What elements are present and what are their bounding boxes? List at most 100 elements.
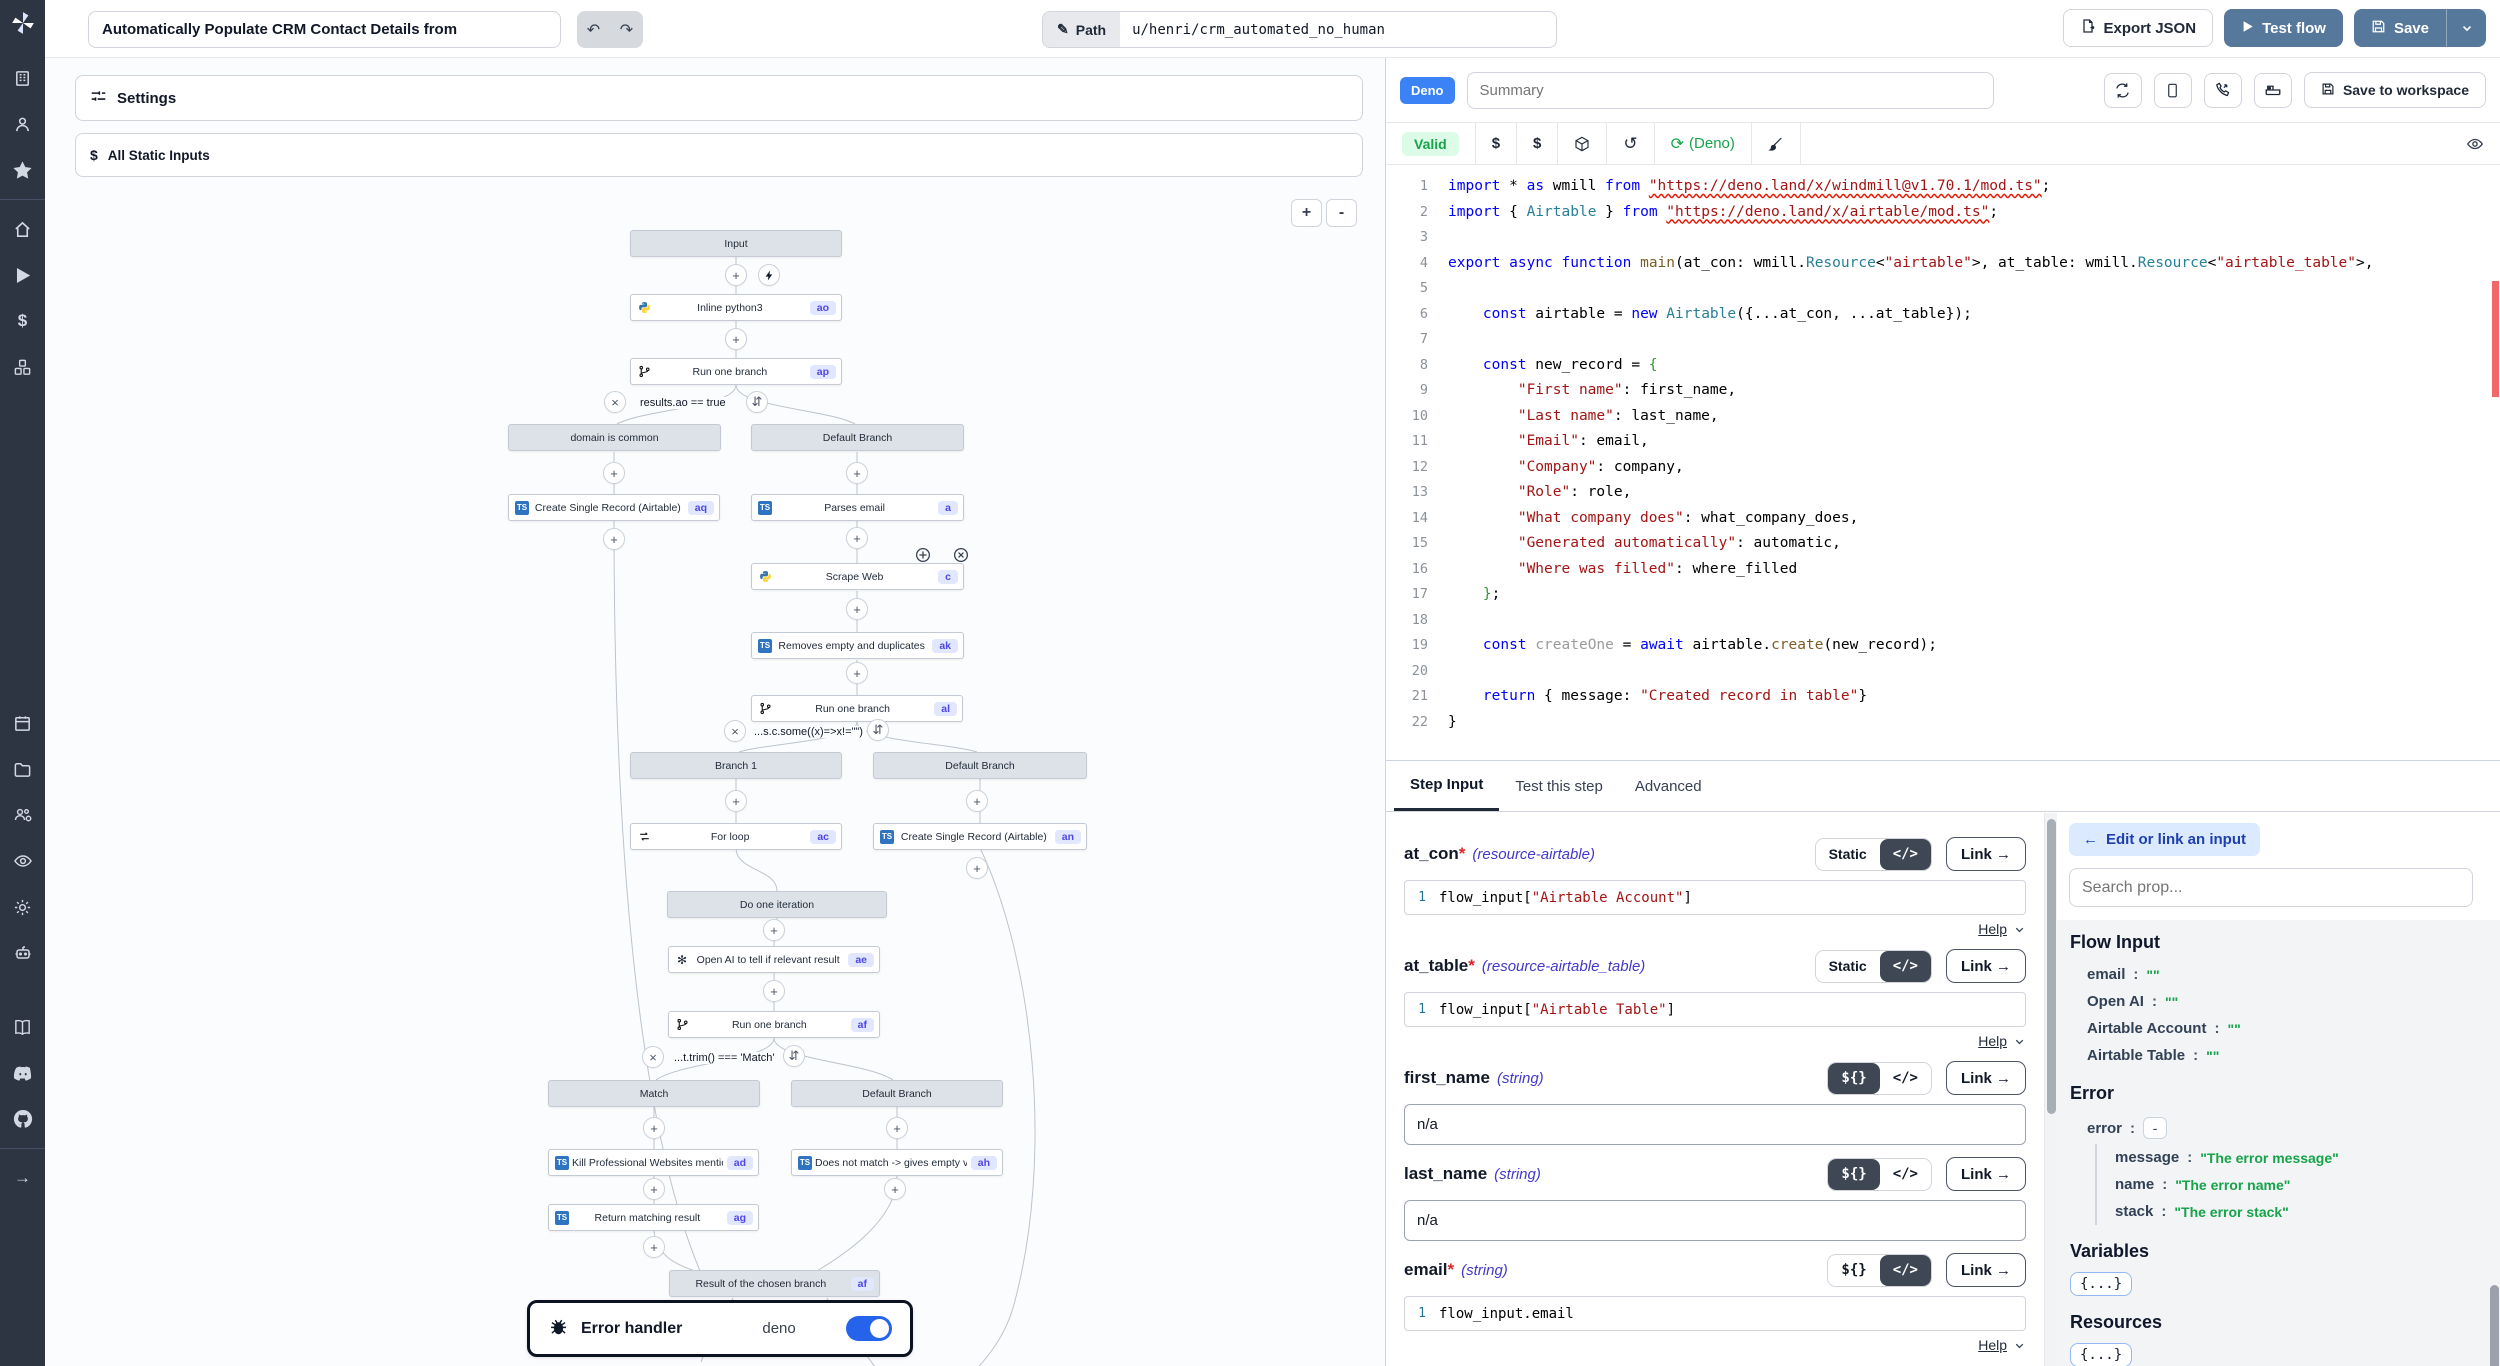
first-name-value-input[interactable] bbox=[1404, 1104, 2026, 1145]
resources-boxes-icon[interactable] bbox=[0, 344, 45, 390]
add-step-button[interactable]: + bbox=[846, 527, 868, 549]
variables-expand-chip[interactable]: {...} bbox=[2070, 1272, 2132, 1296]
favorites-star-icon[interactable] bbox=[0, 147, 45, 193]
add-step-button[interactable]: + bbox=[884, 1178, 906, 1200]
flow-node-match[interactable]: Match bbox=[548, 1080, 760, 1107]
sync-icon[interactable] bbox=[2104, 73, 2142, 108]
save-to-workspace-button[interactable]: Save to workspace bbox=[2304, 72, 2486, 108]
delete-node-icon[interactable] bbox=[953, 547, 970, 564]
help-link[interactable]: Help bbox=[1978, 921, 2007, 937]
flow-node-removes-empty-duplicates[interactable]: TS Removes empty and duplicates ak bbox=[751, 632, 964, 659]
code-mode-button[interactable]: </> bbox=[1880, 951, 1931, 982]
help-link[interactable]: Help bbox=[1978, 1033, 2007, 1049]
flow-node-inline-python3[interactable]: Inline python3 ao bbox=[630, 294, 842, 321]
flow-node-for-loop[interactable]: For loop ac bbox=[630, 823, 842, 850]
save-button[interactable]: Save bbox=[2354, 9, 2446, 47]
workspace-icon[interactable] bbox=[0, 55, 45, 101]
windmill-logo-icon[interactable] bbox=[10, 10, 36, 41]
move-node-icon[interactable] bbox=[915, 547, 932, 564]
search-prop-input[interactable] bbox=[2069, 868, 2473, 907]
step-scrollbar[interactable] bbox=[2044, 813, 2057, 1366]
resources-expand-chip[interactable]: {...} bbox=[2070, 1343, 2132, 1366]
flow-settings-bar[interactable]: Settings bbox=[75, 75, 1363, 121]
phone-icon[interactable] bbox=[2204, 73, 2242, 108]
variables-dollar-icon[interactable]: $ bbox=[0, 298, 45, 344]
flow-node-domain-is-common[interactable]: domain is common bbox=[508, 424, 721, 451]
flow-node-default-branch-3[interactable]: Default Branch bbox=[791, 1080, 1003, 1107]
folders-icon[interactable] bbox=[0, 746, 45, 792]
flow-node-branch-1[interactable]: Branch 1 bbox=[630, 752, 842, 779]
code-mode-button[interactable]: </> bbox=[1880, 1159, 1931, 1190]
error-handler-toggle[interactable] bbox=[846, 1316, 892, 1341]
add-step-button[interactable]: + bbox=[846, 598, 868, 620]
summary-input[interactable] bbox=[1467, 72, 1994, 109]
discord-icon[interactable] bbox=[0, 1050, 45, 1096]
remove-branch-icon[interactable]: × bbox=[604, 391, 626, 413]
template-mode-button[interactable]: ${} bbox=[1828, 1255, 1879, 1286]
help-link[interactable]: Help bbox=[1978, 1337, 2007, 1353]
add-step-button[interactable]: + bbox=[643, 1178, 665, 1200]
link-button[interactable]: Link → bbox=[1946, 837, 2026, 871]
link-button[interactable]: Link → bbox=[1946, 1253, 2026, 1287]
remove-branch-icon[interactable]: × bbox=[642, 1046, 664, 1068]
expr-editor-at-table[interactable]: 1 flow_input["Airtable Table"] bbox=[1404, 992, 2026, 1027]
preview-eye-icon[interactable] bbox=[2450, 123, 2500, 164]
all-static-inputs-bar[interactable]: $ All Static Inputs bbox=[75, 133, 1363, 177]
flow-node-input[interactable]: Input bbox=[630, 230, 842, 257]
add-step-button[interactable]: + bbox=[966, 857, 988, 879]
mobile-icon[interactable] bbox=[2154, 73, 2192, 108]
flow-node-run-one-branch-al[interactable]: Run one branch al bbox=[751, 695, 963, 722]
zoom-in-button[interactable]: + bbox=[1291, 199, 1322, 227]
flow-node-default-branch-2[interactable]: Default Branch bbox=[873, 752, 1087, 779]
add-step-button[interactable]: + bbox=[763, 980, 785, 1002]
prop-entry-error[interactable]: error:- bbox=[2070, 1112, 2500, 1144]
flow-node-result-chosen-branch[interactable]: Result of the chosen branch af bbox=[669, 1270, 880, 1297]
bed-icon[interactable] bbox=[2254, 73, 2292, 108]
code-mode-button[interactable]: </> bbox=[1880, 1255, 1931, 1286]
undo-icon[interactable]: ↶ bbox=[587, 20, 600, 40]
package-icon[interactable] bbox=[1558, 123, 1607, 164]
tab-step-input[interactable]: Step Input bbox=[1394, 761, 1499, 811]
flow-node-no-match-empty[interactable]: TS Does not match -> gives empty value a… bbox=[791, 1149, 1003, 1176]
save-dropdown-chevron[interactable] bbox=[2446, 9, 2486, 47]
swap-branch-icon[interactable]: ⇵ bbox=[746, 391, 768, 413]
template-mode-button[interactable]: ${} bbox=[1828, 1063, 1879, 1094]
edit-or-link-button[interactable]: ← Edit or link an input bbox=[2069, 823, 2260, 856]
add-step-button[interactable]: + bbox=[846, 462, 868, 484]
reload-deno-button[interactable]: ⟳(Deno) bbox=[1655, 123, 1752, 164]
flow-node-run-one-branch-ap[interactable]: Run one branch ap bbox=[630, 358, 842, 385]
test-flow-button[interactable]: Test flow bbox=[2224, 9, 2343, 47]
add-step-button[interactable]: + bbox=[643, 1236, 665, 1258]
settings-gear-icon[interactable] bbox=[0, 884, 45, 930]
remove-branch-icon[interactable]: × bbox=[724, 720, 746, 742]
expr-editor-email[interactable]: 1 flow_input.email bbox=[1404, 1296, 2026, 1331]
runs-play-icon[interactable] bbox=[0, 252, 45, 298]
add-step-button[interactable]: + bbox=[846, 662, 868, 684]
user-icon[interactable] bbox=[0, 101, 45, 147]
add-step-button[interactable]: + bbox=[603, 462, 625, 484]
flow-node-openai-relevant[interactable]: ✻ Open AI to tell if relevant result ae bbox=[668, 946, 880, 973]
add-step-button[interactable]: + bbox=[725, 328, 747, 350]
prop-entry-airtable-account[interactable]: Airtable Account:"" bbox=[2070, 1015, 2500, 1042]
swap-branch-icon[interactable]: ⇵ bbox=[783, 1045, 805, 1067]
flow-node-return-matching[interactable]: TS Return matching result ag bbox=[548, 1204, 759, 1231]
prop-entry-error-stack[interactable]: stack:"The error stack" bbox=[2097, 1198, 2500, 1225]
prop-scrollbar[interactable] bbox=[2490, 1285, 2499, 1366]
path-field[interactable]: ✎ Path u/henri/crm_automated_no_human bbox=[1042, 11, 1557, 48]
prop-entry-error-name[interactable]: name:"The error name" bbox=[2097, 1171, 2500, 1198]
collapse-button[interactable]: - bbox=[2143, 1117, 2167, 1139]
error-handler-node[interactable]: Error handler deno bbox=[527, 1300, 913, 1357]
expr-editor-at-con[interactable]: 1 flow_input["Airtable Account"] bbox=[1404, 880, 2026, 915]
template-mode-button[interactable]: ${} bbox=[1828, 1159, 1879, 1190]
link-button[interactable]: Link → bbox=[1946, 1157, 2026, 1191]
collapse-arrow-icon[interactable]: → bbox=[0, 1155, 45, 1201]
add-step-button[interactable]: + bbox=[763, 919, 785, 941]
prop-entry-openai[interactable]: Open AI:"" bbox=[2070, 988, 2500, 1015]
export-json-button[interactable]: Export JSON bbox=[2063, 9, 2214, 47]
code-mode-button[interactable]: </> bbox=[1880, 1063, 1931, 1094]
add-step-button[interactable]: + bbox=[725, 790, 747, 812]
chevron-down-icon[interactable] bbox=[2013, 923, 2026, 936]
flow-node-kill-websites[interactable]: TS Kill Professional Websites mentions a… bbox=[548, 1149, 759, 1176]
flow-node-default-branch-1[interactable]: Default Branch bbox=[751, 424, 964, 451]
static-mode-button[interactable]: Static bbox=[1816, 951, 1880, 982]
